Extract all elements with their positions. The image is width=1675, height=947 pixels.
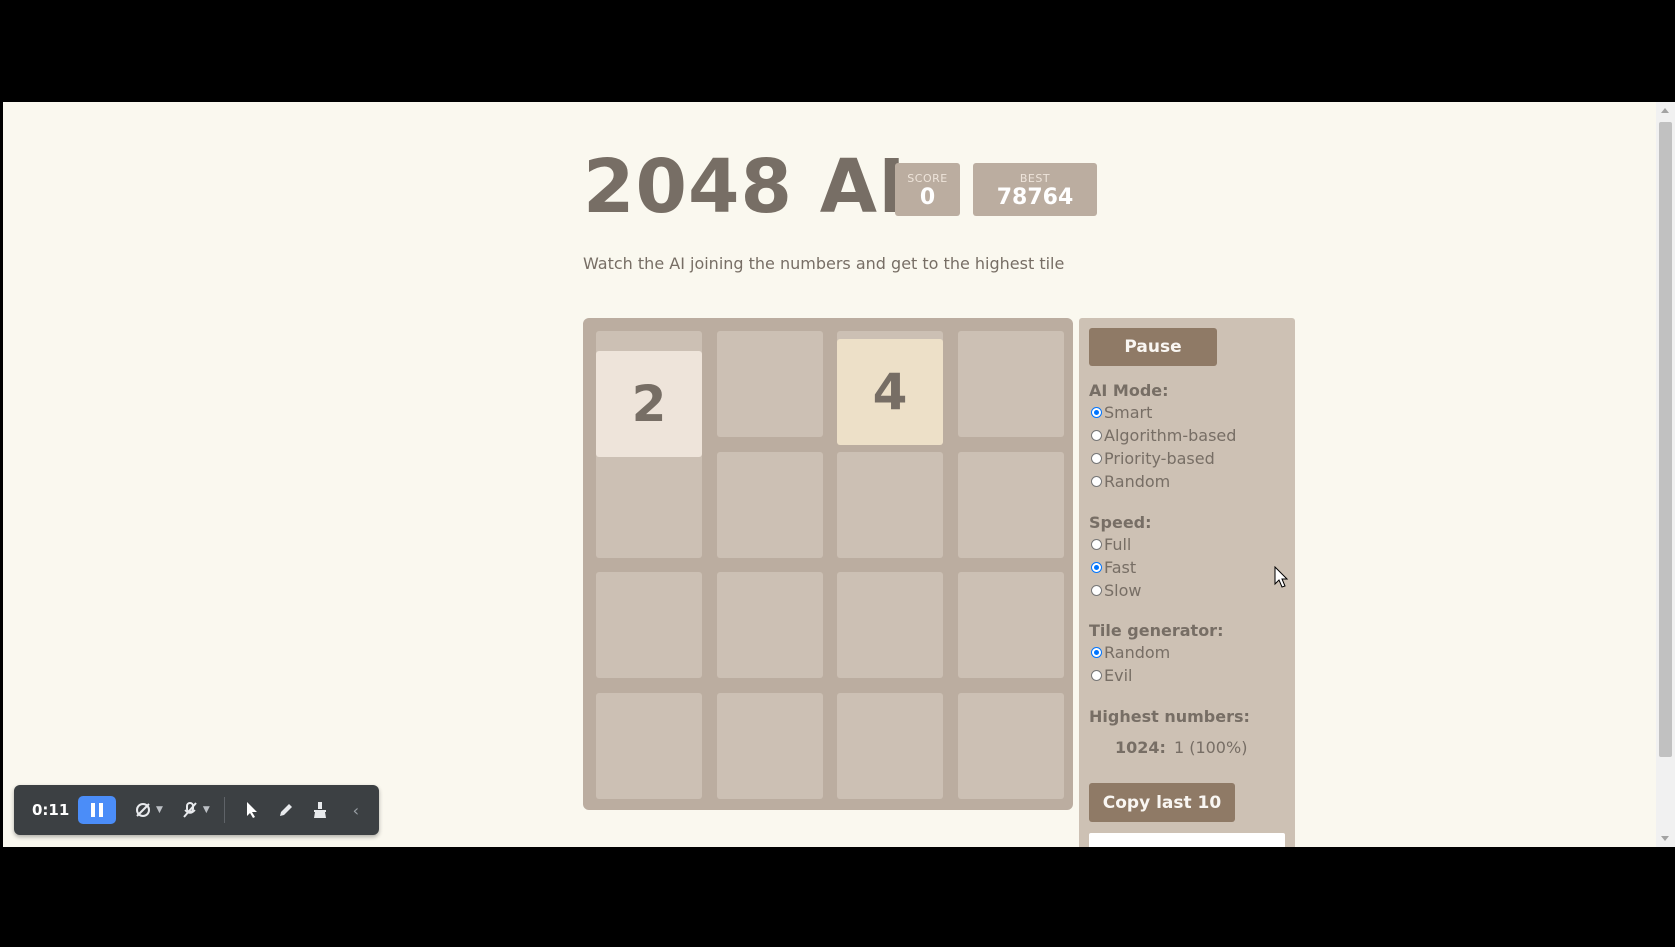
copy-last-10-button[interactable]: Copy last 10 (1089, 783, 1235, 822)
board-cell (596, 572, 702, 678)
score-box: SCORE 0 (895, 163, 960, 216)
ai-mode-option-label: Algorithm-based (1104, 425, 1237, 445)
browser-viewport: 2048 AI SCORE 0 BEST 78764 Watch the AI … (3, 102, 1675, 847)
board-cell (596, 451, 702, 558)
radio-full[interactable] (1091, 538, 1102, 550)
best-value: 78764 (996, 185, 1074, 210)
toolbar-divider (223, 797, 225, 823)
speed-title: Speed: (1089, 513, 1152, 532)
scroll-down-icon[interactable] (1661, 836, 1669, 841)
speed-option-label: Full (1104, 534, 1132, 554)
radio-generator-evil[interactable] (1091, 669, 1102, 681)
radio-algorithm[interactable] (1091, 429, 1102, 441)
ai-mode-option-smart[interactable]: Smart (1091, 402, 1152, 422)
board-cell (716, 331, 823, 437)
speed-option-label: Slow (1104, 580, 1142, 600)
board-cell (596, 692, 702, 799)
tile-4: 4 (837, 339, 943, 445)
game-board: 24 (583, 318, 1073, 810)
ai-mode-option-priority[interactable]: Priority-based (1091, 448, 1215, 468)
highest-number-count: 1 (100%) (1173, 738, 1248, 757)
tile-generator-option-random[interactable]: Random (1091, 642, 1170, 662)
speed-option-slow[interactable]: Slow (1091, 580, 1141, 600)
ai-control-panel: Pause AI Mode: Smart Algorithm-based Pri… (1079, 318, 1295, 847)
collapse-icon[interactable]: ‹ (345, 799, 367, 821)
tile-2: 2 (596, 351, 702, 457)
game-title: 2048 AI (583, 144, 907, 230)
radio-priority[interactable] (1091, 452, 1102, 464)
pause-icon[interactable] (78, 796, 116, 824)
eraser-icon[interactable] (309, 799, 331, 821)
best-score-box: BEST 78764 (973, 163, 1097, 216)
game-intro: Watch the AI joining the numbers and get… (583, 254, 1065, 273)
board-cell (957, 692, 1064, 799)
board-cell (957, 451, 1064, 558)
board-cell (716, 692, 823, 799)
scrollbar-thumb[interactable] (1659, 122, 1672, 757)
ai-mode-option-label: Random (1104, 471, 1171, 491)
highest-numbers-row: 1024: 1 (100%) (1115, 738, 1247, 757)
radio-generator-random[interactable] (1091, 646, 1102, 658)
tile-generator-option-label: Random (1104, 642, 1171, 662)
ai-mode-title: AI Mode: (1089, 381, 1169, 400)
mouse-cursor-icon (1274, 566, 1289, 588)
ai-mode-option-algorithm[interactable]: Algorithm-based (1091, 425, 1236, 445)
radio-fast[interactable] (1091, 561, 1102, 573)
highest-number: 1024: (1115, 738, 1166, 757)
board-cell (837, 572, 943, 678)
highest-numbers-title: Highest numbers: (1089, 707, 1250, 726)
ai-mode-option-label: Smart (1104, 402, 1153, 422)
screen-recorder-toolbar: 0:11 ▼ ▼ ‹ (14, 785, 379, 835)
board-cell (716, 451, 823, 558)
speed-option-label: Fast (1104, 557, 1137, 577)
radio-smart[interactable] (1091, 406, 1102, 418)
results-textarea[interactable] (1089, 833, 1285, 847)
mic-dropdown-icon[interactable]: ▼ (203, 805, 210, 815)
board-cell (837, 451, 943, 558)
score-value: 0 (919, 185, 936, 210)
board-cell (837, 692, 943, 799)
pause-button[interactable]: Pause (1089, 328, 1217, 366)
scroll-up-icon[interactable] (1661, 108, 1669, 113)
board-cell (957, 572, 1064, 678)
recording-time: 0:11 (32, 801, 70, 819)
board-cell (957, 331, 1064, 437)
vertical-scrollbar[interactable] (1656, 102, 1675, 847)
pointer-icon[interactable] (241, 799, 263, 821)
board-cell (716, 572, 823, 678)
speed-option-fast[interactable]: Fast (1091, 557, 1136, 577)
radio-random-mode[interactable] (1091, 475, 1102, 487)
speed-option-full[interactable]: Full (1091, 534, 1131, 554)
camera-dropdown-icon[interactable]: ▼ (156, 805, 163, 815)
tile-generator-option-evil[interactable]: Evil (1091, 665, 1132, 685)
ai-mode-option-random[interactable]: Random (1091, 471, 1170, 491)
tile-generator-option-label: Evil (1104, 665, 1133, 685)
score-label: SCORE (907, 172, 948, 185)
ai-mode-option-label: Priority-based (1104, 448, 1215, 468)
pen-icon[interactable] (275, 799, 297, 821)
best-label: BEST (1019, 172, 1051, 185)
tile-generator-title: Tile generator: (1089, 621, 1224, 640)
camera-off-icon[interactable] (132, 799, 154, 821)
mic-off-icon[interactable] (179, 799, 201, 821)
radio-slow[interactable] (1091, 584, 1102, 596)
